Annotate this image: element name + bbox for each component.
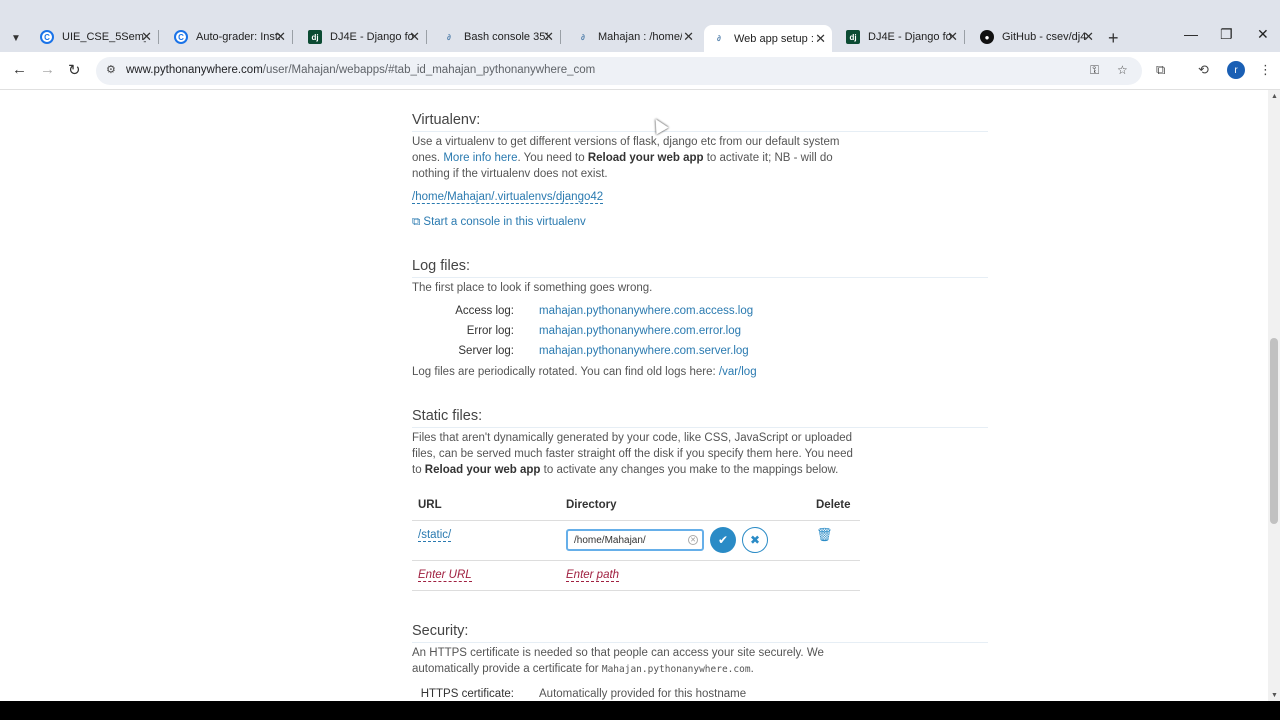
close-tab-icon[interactable]: ✕ <box>275 29 286 45</box>
https-cert-value: Automatically provided for this hostname <box>539 688 747 700</box>
clear-input-icon[interactable]: ✕ <box>688 535 698 545</box>
new-tab-icon[interactable]: + <box>1108 28 1119 49</box>
log-files-description: The first place to look if something goe… <box>412 282 653 294</box>
chrome-icon: C <box>40 30 54 44</box>
directory-input[interactable]: /home/Mahajan/✕ <box>566 529 704 551</box>
virtualenv-description: Use a virtualenv to get different versio… <box>412 136 840 180</box>
tab-title: DJ4E - Django for <box>868 31 952 43</box>
github-icon: ● <box>980 30 994 44</box>
tab-search-icon[interactable]: ▼ <box>6 28 26 48</box>
access-log-label: Access log: <box>455 305 514 317</box>
browser-tab[interactable]: ● GitHub - csev/dj4 ✕ <box>972 25 1100 49</box>
back-icon[interactable]: ← <box>12 61 27 78</box>
error-log-label: Error log: <box>466 325 514 337</box>
chrome-icon: C <box>174 30 188 44</box>
pythonanywhere-icon: ∂ <box>447 32 451 42</box>
tab-title: Bash console 3530 <box>464 31 548 43</box>
access-log-link[interactable]: mahajan.pythonanywhere.com.access.log <box>539 305 753 317</box>
security-description: An HTTPS certificate is needed so that p… <box>412 647 824 675</box>
page-scrollbar[interactable]: ▲ ▼ <box>1268 90 1280 701</box>
avatar[interactable]: r <box>1227 61 1245 79</box>
browser-tab-active[interactable]: ∂ Web app setup : M ✕ <box>704 25 832 52</box>
close-tab-icon[interactable]: ✕ <box>409 29 420 45</box>
error-log-link[interactable]: mahajan.pythonanywhere.com.error.log <box>539 325 741 337</box>
page-viewport: Virtualenv: Use a virtualenv to get diff… <box>0 90 1280 701</box>
table-row: /static/ /home/Mahajan/✕ ✔ ✖ 🗑 <box>412 520 860 561</box>
extensions-icon[interactable]: ⧉ <box>1156 62 1165 78</box>
scrollbar-thumb[interactable] <box>1270 338 1278 524</box>
https-cert-label: HTTPS certificate: <box>420 688 514 700</box>
enter-url-field[interactable]: Enter URL <box>418 569 472 582</box>
server-log-label: Server log: <box>458 345 514 357</box>
dj-icon: dj <box>846 30 860 44</box>
tab-title: Auto-grader: Insta <box>196 31 280 43</box>
minimize-icon[interactable]: — <box>1184 26 1198 42</box>
browser-toolbar: ← → ↻ ⚙ www.pythonanywhere.com/user/Maha… <box>0 52 1280 90</box>
close-tab-icon[interactable]: ✕ <box>683 29 694 45</box>
tab-title: Mahajan : /home/ <box>598 31 682 43</box>
browser-tab[interactable]: C UIE_CSE_5Sem_AD ✕ <box>32 25 159 49</box>
tab-title: DJ4E - Django for <box>330 31 414 43</box>
static-files-description: Files that aren't dynamically generated … <box>412 432 853 476</box>
more-info-link[interactable]: More info here <box>443 152 517 164</box>
restore-icon[interactable]: ❐ <box>1220 26 1233 43</box>
start-console-link[interactable]: ⧉ Start a console in this virtualenv <box>412 216 586 229</box>
table-row-new: Enter URL Enter path <box>412 560 860 591</box>
dj-icon: dj <box>308 30 322 44</box>
virtualenv-heading: Virtualenv: <box>412 112 988 132</box>
tab-title: GitHub - csev/dj4 <box>1002 31 1086 43</box>
var-log-link[interactable]: /var/log <box>719 366 757 378</box>
browser-tab[interactable]: dj DJ4E - Django for ✕ <box>838 25 965 49</box>
confirm-button[interactable]: ✔ <box>710 527 736 553</box>
virtualenv-path[interactable]: /home/Mahajan/.virtualenvs/django42 <box>412 191 604 204</box>
url-text[interactable]: www.pythonanywhere.com/user/Mahajan/weba… <box>126 64 595 76</box>
browser-tab[interactable]: C Auto-grader: Insta ✕ <box>166 25 293 49</box>
tab-title: Web app setup : M <box>734 32 818 45</box>
sync-icon[interactable]: ⟲ <box>1198 62 1209 78</box>
static-files-table: URL Directory Delete /static/ /home/Maha… <box>412 490 860 591</box>
external-link-icon: ⧉ <box>412 216 421 228</box>
close-tab-icon[interactable]: ✕ <box>1083 29 1094 45</box>
password-key-icon[interactable]: ⚿ <box>1090 63 1099 78</box>
close-tab-icon[interactable]: ✕ <box>947 29 958 45</box>
log-files-heading: Log files: <box>412 258 988 278</box>
static-url-value[interactable]: /static/ <box>418 528 452 542</box>
table-header: URL Directory Delete <box>412 490 860 521</box>
browser-tab[interactable]: ∂ Mahajan : /home/ ✕ <box>568 25 700 49</box>
reload-icon[interactable]: ↻ <box>68 61 81 79</box>
site-info-icon[interactable]: ⚙ <box>106 63 116 76</box>
tab-title: UIE_CSE_5Sem_AD <box>62 31 146 43</box>
close-tab-icon[interactable]: ✕ <box>543 29 554 45</box>
browser-tab[interactable]: ∂ Bash console 3530 ✕ <box>434 25 561 49</box>
enter-path-field[interactable]: Enter path <box>566 569 620 582</box>
cancel-button[interactable]: ✖ <box>742 527 768 553</box>
close-tab-icon[interactable]: ✕ <box>815 31 826 47</box>
address-bar[interactable]: ⚙ www.pythonanywhere.com/user/Mahajan/we… <box>96 57 1142 85</box>
close-tab-icon[interactable]: ✕ <box>141 29 152 45</box>
server-log-link[interactable]: mahajan.pythonanywhere.com.server.log <box>539 345 749 357</box>
scroll-down-icon[interactable]: ▼ <box>1271 692 1278 699</box>
col-url: URL <box>412 490 560 521</box>
pythonanywhere-icon: ∂ <box>581 32 585 42</box>
security-heading: Security: <box>412 623 988 643</box>
log-rotation-note: Log files are periodically rotated. You … <box>412 366 757 378</box>
browser-tab[interactable]: dj DJ4E - Django for ✕ <box>300 25 427 49</box>
col-directory: Directory <box>560 490 810 521</box>
col-delete: Delete <box>810 490 860 521</box>
pythonanywhere-icon: ∂ <box>717 34 721 43</box>
trash-icon[interactable]: 🗑 <box>816 527 833 542</box>
menu-kebab-icon[interactable]: ⋮ <box>1259 62 1272 78</box>
forward-icon[interactable]: → <box>40 61 55 78</box>
static-files-heading: Static files: <box>412 408 988 428</box>
scroll-up-icon[interactable]: ▲ <box>1271 93 1278 100</box>
close-window-icon[interactable]: ✕ <box>1257 26 1269 43</box>
screen-bottom-bar <box>0 701 1280 720</box>
bookmark-star-icon[interactable]: ☆ <box>1117 63 1128 77</box>
tab-strip: ▼ C UIE_CSE_5Sem_AD ✕ C Auto-grader: Ins… <box>0 0 1280 52</box>
